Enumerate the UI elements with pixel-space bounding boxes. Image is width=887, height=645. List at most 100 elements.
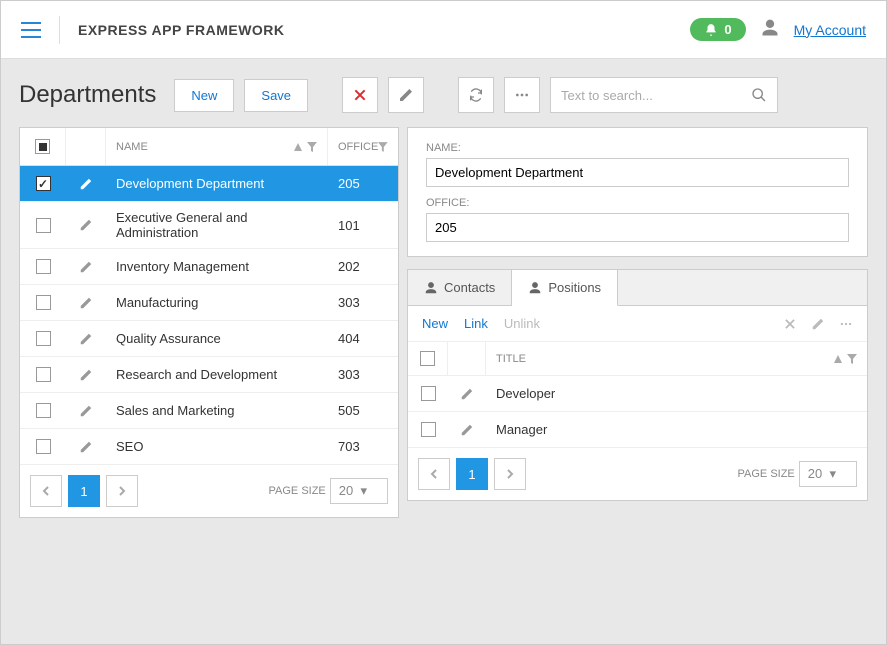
sub-next-page-button[interactable] (494, 458, 526, 490)
sort-asc-icon[interactable] (833, 354, 843, 364)
row-office: 303 (328, 367, 398, 382)
dots-icon[interactable] (839, 317, 853, 331)
table-row[interactable]: SEO 703 (20, 429, 398, 465)
row-edit-button[interactable] (66, 218, 106, 232)
row-checkbox[interactable] (421, 422, 436, 437)
row-checkbox[interactable] (36, 439, 51, 454)
search-box[interactable] (550, 77, 778, 113)
row-checkbox[interactable] (36, 176, 51, 191)
office-field[interactable] (426, 213, 849, 242)
row-title: Developer (486, 386, 867, 401)
row-office: 205 (328, 176, 398, 191)
close-icon[interactable] (783, 317, 797, 331)
row-checkbox[interactable] (421, 386, 436, 401)
chevron-right-icon (117, 486, 127, 496)
sub-new-button[interactable]: New (422, 316, 448, 331)
row-office: 303 (328, 295, 398, 310)
table-row[interactable]: Manufacturing 303 (20, 285, 398, 321)
table-row[interactable]: Research and Development 303 (20, 357, 398, 393)
save-button[interactable]: Save (244, 79, 308, 112)
dots-icon (514, 87, 530, 103)
row-edit-button[interactable] (66, 260, 106, 274)
row-edit-button[interactable] (66, 440, 106, 454)
row-edit-button[interactable] (66, 332, 106, 346)
name-label: NAME: (426, 142, 849, 154)
row-office: 505 (328, 403, 398, 418)
chevron-left-icon (429, 469, 439, 479)
row-checkbox[interactable] (36, 331, 51, 346)
row-name: Quality Assurance (106, 323, 328, 354)
row-edit-button[interactable] (66, 296, 106, 310)
sub-unlink-button[interactable]: Unlink (504, 316, 540, 331)
new-button[interactable]: New (174, 79, 234, 112)
my-account-link[interactable]: My Account (794, 22, 866, 38)
row-office: 703 (328, 439, 398, 454)
sort-asc-icon[interactable] (293, 142, 303, 152)
row-edit-button[interactable] (66, 177, 106, 191)
row-checkbox[interactable] (36, 403, 51, 418)
user-icon[interactable] (760, 18, 780, 41)
refresh-button[interactable] (458, 77, 494, 113)
chevron-right-icon (505, 469, 515, 479)
sub-page-1-button[interactable]: 1 (456, 458, 488, 490)
name-field[interactable] (426, 158, 849, 187)
search-input[interactable] (561, 88, 751, 103)
office-label: OFFICE: (426, 197, 849, 209)
tab-positions[interactable]: Positions (512, 270, 618, 306)
chevron-left-icon (41, 486, 51, 496)
col-title-header[interactable]: TITLE (496, 353, 526, 365)
row-checkbox[interactable] (36, 295, 51, 310)
table-row[interactable]: Quality Assurance 404 (20, 321, 398, 357)
bell-icon (704, 23, 718, 37)
edit-button[interactable] (388, 77, 424, 113)
notification-count: 0 (724, 22, 731, 37)
page-size-select[interactable]: 20 ▾ (330, 478, 388, 504)
row-title: Manager (486, 422, 867, 437)
search-icon (751, 87, 767, 103)
row-checkbox[interactable] (36, 218, 51, 233)
prev-page-button[interactable] (30, 475, 62, 507)
filter-icon[interactable] (307, 142, 317, 152)
row-name: Sales and Marketing (106, 395, 328, 426)
col-name-header[interactable]: NAME (116, 141, 148, 153)
more-button[interactable] (504, 77, 540, 113)
delete-button[interactable] (342, 77, 378, 113)
table-row[interactable]: Executive General and Administration 101 (20, 202, 398, 249)
row-edit-button[interactable] (448, 423, 486, 437)
table-row[interactable]: Manager (408, 412, 867, 448)
filter-icon[interactable] (378, 142, 388, 152)
table-row[interactable]: Developer (408, 376, 867, 412)
row-name: Research and Development (106, 359, 328, 390)
row-name: Development Department (106, 168, 328, 199)
table-row[interactable]: Inventory Management 202 (20, 249, 398, 285)
sub-select-all-checkbox[interactable] (420, 351, 435, 366)
table-row[interactable]: Sales and Marketing 505 (20, 393, 398, 429)
hamburger-menu[interactable] (21, 22, 41, 38)
page-title: Departments (19, 81, 156, 109)
x-icon (352, 87, 368, 103)
page-size-label: PAGE SIZE (269, 485, 326, 497)
tab-contacts[interactable]: Contacts (408, 270, 512, 305)
row-name: Inventory Management (106, 251, 328, 282)
col-office-header[interactable]: OFFICE (338, 141, 378, 153)
row-checkbox[interactable] (36, 367, 51, 382)
row-edit-button[interactable] (448, 387, 486, 401)
detail-panel: NAME: OFFICE: (407, 127, 868, 257)
next-page-button[interactable] (106, 475, 138, 507)
row-name: SEO (106, 431, 328, 462)
sub-page-size-select[interactable]: 20 ▾ (799, 461, 857, 487)
table-row[interactable]: Development Department 205 (20, 166, 398, 202)
row-edit-button[interactable] (66, 404, 106, 418)
row-checkbox[interactable] (36, 259, 51, 274)
row-name: Manufacturing (106, 287, 328, 318)
pencil-icon[interactable] (811, 317, 825, 331)
notification-pill[interactable]: 0 (690, 18, 745, 41)
select-all-checkbox[interactable] (35, 139, 50, 154)
row-edit-button[interactable] (66, 368, 106, 382)
sub-prev-page-button[interactable] (418, 458, 450, 490)
page-1-button[interactable]: 1 (68, 475, 100, 507)
sub-link-button[interactable]: Link (464, 316, 488, 331)
filter-icon[interactable] (847, 354, 857, 364)
person-icon (528, 281, 542, 295)
refresh-icon (468, 87, 484, 103)
